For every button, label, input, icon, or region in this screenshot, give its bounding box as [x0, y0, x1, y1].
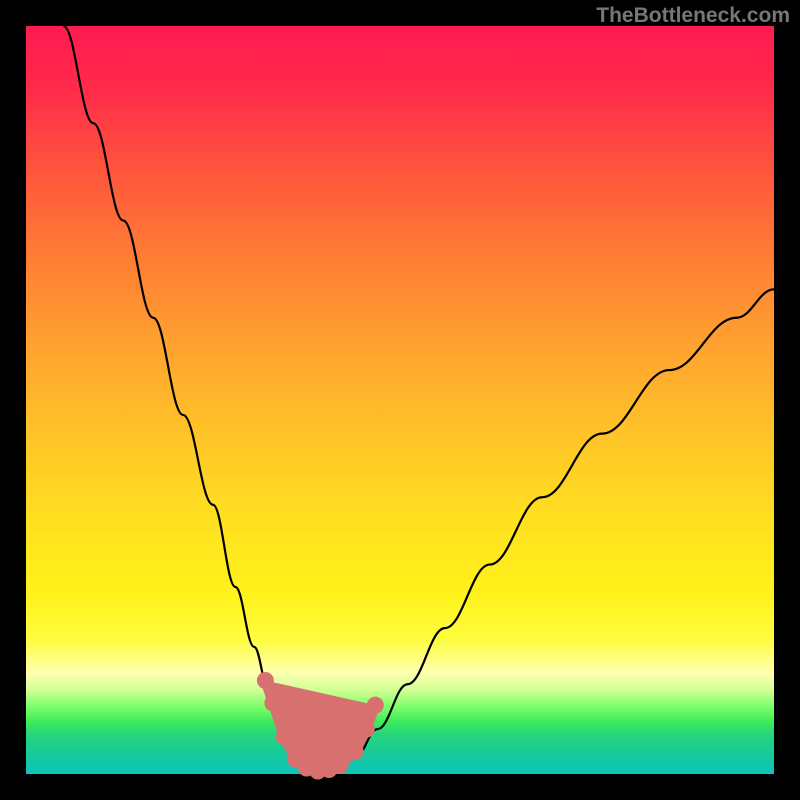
highlight-dot: [367, 697, 384, 714]
highlight-dot: [264, 694, 281, 711]
curve-right-arm: [339, 289, 774, 771]
highlight-dot: [358, 721, 375, 738]
highlight-dot: [332, 757, 349, 774]
chart-overlay: [26, 26, 774, 774]
highlight-dot: [347, 743, 364, 760]
highlight-dot: [257, 672, 274, 689]
curve-left-arm: [63, 26, 311, 771]
watermark-text: TheBottleneck.com: [596, 4, 790, 28]
highlight-dot: [276, 728, 293, 745]
